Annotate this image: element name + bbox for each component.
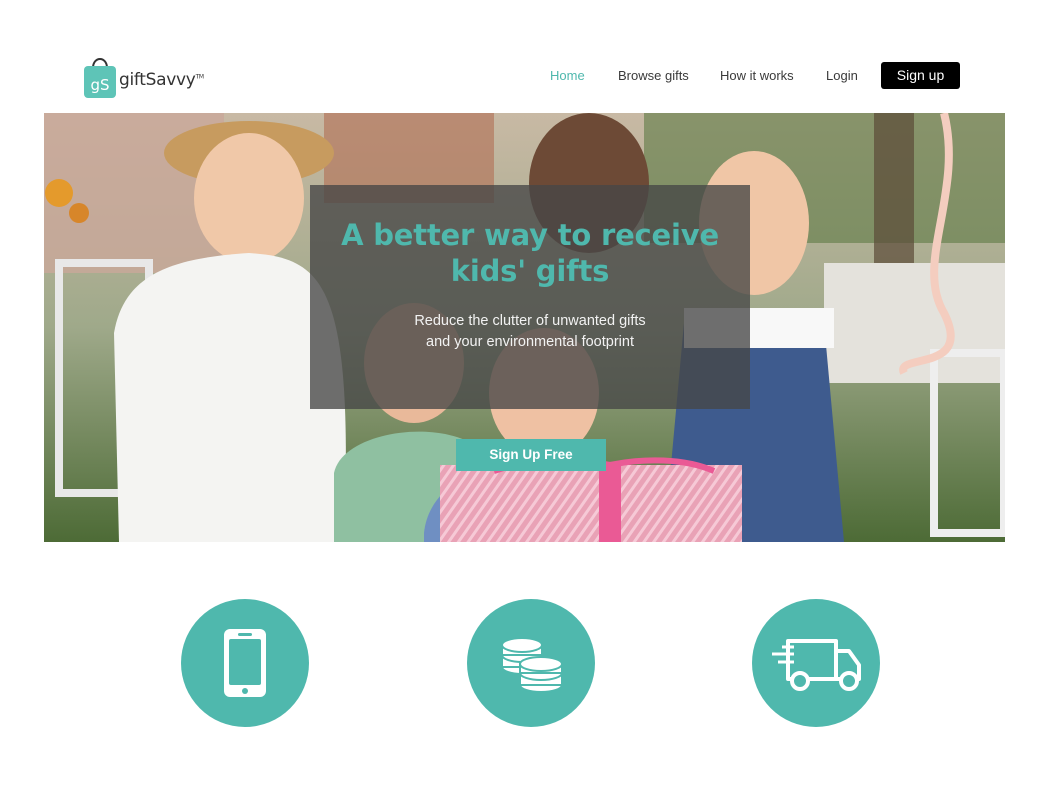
hero-banner: A better way to receive kids' gifts Redu… xyxy=(44,113,1005,542)
sign-up-free-button[interactable]: Sign Up Free xyxy=(456,439,606,471)
hero-text-panel: A better way to receive kids' gifts Redu… xyxy=(310,185,750,409)
nav-item-home[interactable]: Home xyxy=(550,62,585,90)
nav-item-browse-gifts[interactable]: Browse gifts xyxy=(618,62,689,90)
nav-item-how-it-works[interactable]: How it works xyxy=(720,62,794,90)
delivery-truck-icon xyxy=(772,639,861,691)
smartphone-icon xyxy=(224,629,266,697)
coins-icon xyxy=(501,637,563,693)
feature-savings xyxy=(467,599,595,727)
hero-title: A better way to receive kids' gifts xyxy=(341,218,719,288)
hero-subtitle: Reduce the clutter of unwanted gifts and… xyxy=(414,313,646,350)
nav-item-login[interactable]: Login xyxy=(826,62,858,90)
signup-button[interactable]: Sign up xyxy=(881,62,960,89)
feature-mobile xyxy=(181,599,309,727)
feature-delivery xyxy=(752,599,880,727)
